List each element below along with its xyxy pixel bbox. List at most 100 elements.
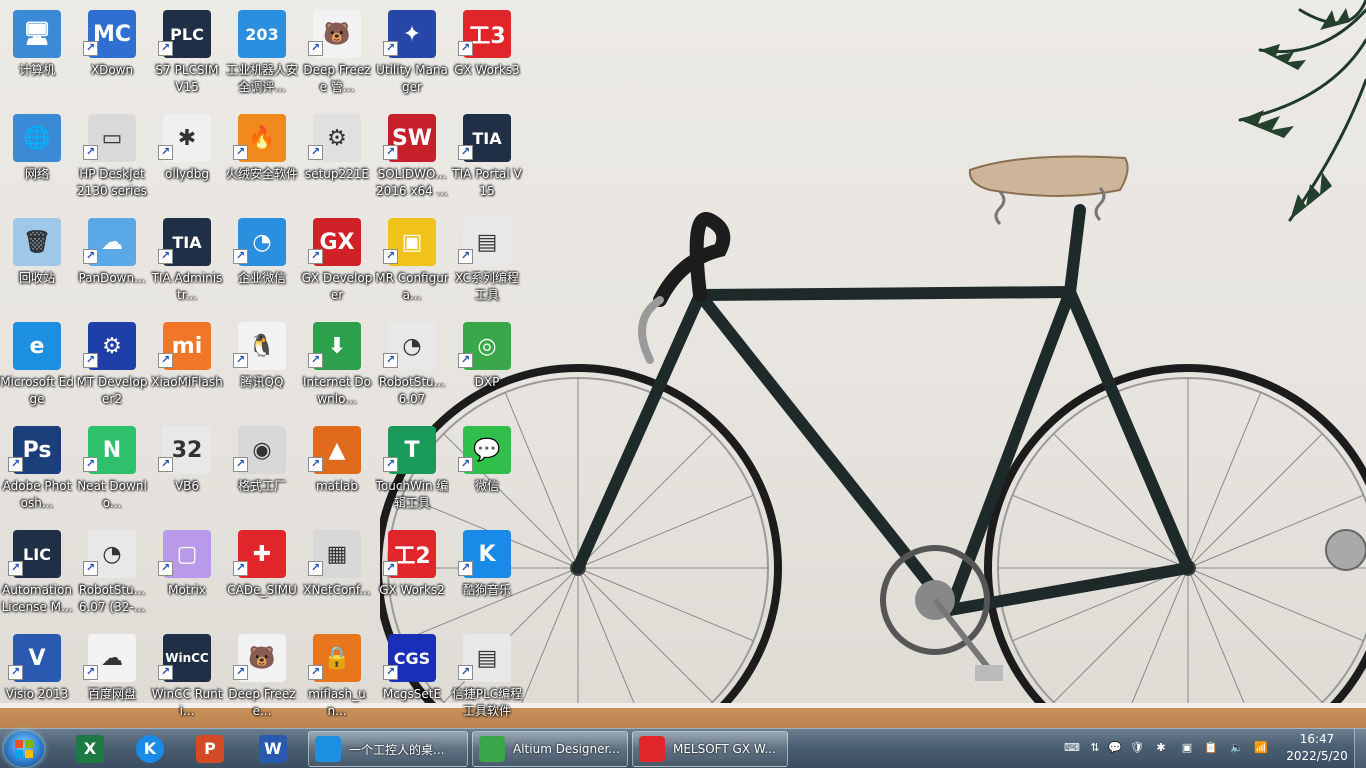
app-icon: 🌐 — [13, 114, 61, 162]
app-icon: 🖥 — [13, 10, 61, 58]
shield-icon[interactable]: 🛡 — [1130, 741, 1144, 755]
desktop-icon[interactable]: ⚙ ↗ MT Developer2 — [75, 316, 149, 416]
desktop-icon-label: 计算机 — [18, 63, 55, 77]
desktop-icon[interactable]: 🐻 ↗ Deep Freeze... — [225, 628, 299, 728]
shortcut-arrow-icon: ↗ — [83, 353, 98, 368]
desktop-icon-label: GX Works2 — [379, 583, 445, 597]
signal-icon[interactable]: 📶 — [1254, 741, 1268, 755]
desktop-icon[interactable]: 🔥 ↗ 火绒安全软件 — [225, 108, 299, 208]
desktop-icon-label: WinCC Runti... — [151, 687, 223, 718]
desktop-icon[interactable]: ▣ ↗ MR Configura... — [375, 212, 449, 312]
desktop-icon[interactable]: TIA ↗ TIA Portal V15 — [450, 108, 524, 208]
nvidia-icon[interactable]: ▣ — [1180, 741, 1194, 755]
wechat-icon[interactable]: 💬 — [1108, 741, 1122, 755]
pinned-kugou[interactable]: K — [122, 731, 178, 767]
shortcut-arrow-icon: ↗ — [83, 145, 98, 160]
desktop-icon[interactable]: e Microsoft Edge — [0, 316, 74, 416]
desktop-icon-label: 酷狗音乐 — [462, 583, 511, 597]
windows-logo-icon — [15, 740, 33, 758]
taskbar-window-button[interactable]: 一个工控人的桌... — [308, 731, 468, 767]
desktop-icon-label: SOLIDWO... 2016 x64 ... — [376, 167, 448, 198]
desktop-icon[interactable]: ☁ ↗ PanDown... — [75, 212, 149, 312]
shortcut-arrow-icon: ↗ — [8, 561, 23, 576]
desktop-icon[interactable]: 💬 ↗ 微信 — [450, 420, 524, 520]
desktop-icon[interactable]: MC ↗ XDown — [75, 4, 149, 104]
desktop-icon[interactable]: SW ↗ SOLIDWO... 2016 x64 ... — [375, 108, 449, 208]
desktop-icon[interactable]: TIA ↗ TIA Administr... — [150, 212, 224, 312]
system-tray: ⌨ ⇅ 💬 🛡 ✱ ▣ 📋 🔈 📶 — [1062, 729, 1282, 768]
desktop-icon[interactable]: GX ↗ GX Developer — [300, 212, 374, 312]
taskbar: X K P W 一个工控人的桌... Altium Designer... MELSOFT… — [0, 728, 1366, 768]
taskbar-clock[interactable]: 16:47 2022/5/20 — [1282, 731, 1352, 767]
desktop-icon[interactable]: 203 工业机器人安全调评... — [225, 4, 299, 104]
pinned-word[interactable]: W — [245, 731, 301, 767]
desktop-icon[interactable]: PLC ↗ S7 PLCSIM V15 — [150, 4, 224, 104]
desktop-icon-label: Internet Downlo... — [302, 375, 372, 406]
desktop-icon[interactable]: 🔒 ↗ miflash_un... — [300, 628, 374, 728]
desktop-icon[interactable]: ◔ ↗ RobotStu... 6.07 (32-... — [75, 524, 149, 624]
desktop-icon[interactable]: mi ↗ XiaoMiFlash — [150, 316, 224, 416]
desktop-icon[interactable]: 🖥 计算机 — [0, 4, 74, 104]
shortcut-arrow-icon: ↗ — [158, 41, 173, 56]
desktop-icon-label: Motrix — [168, 583, 206, 597]
desktop-icon[interactable]: Ps ↗ Adobe Photosh... — [0, 420, 74, 520]
desktop-icon[interactable]: ▤ ↗ 信捷PLC编程工具软件 — [450, 628, 524, 728]
desktop-icon[interactable]: T ↗ TouchWin 编辑工具 — [375, 420, 449, 520]
keyboard-icon[interactable]: ⌨ — [1064, 741, 1080, 755]
desktop-icon-label: Automation License M... — [1, 583, 73, 614]
desktop-icon[interactable]: ▦ ↗ XNetConf... — [300, 524, 374, 624]
desktop-icon[interactable]: ◉ ↗ 格式工厂 — [225, 420, 299, 520]
desktop-icon-label: Neat Downlo... — [77, 479, 147, 510]
desktop-icon[interactable]: 🐻 ↗ Deep Freeze 管... — [300, 4, 374, 104]
desktop-icon-label: CADe_SIMU — [227, 583, 297, 597]
desktop-icon[interactable]: V ↗ Visio 2013 — [0, 628, 74, 728]
network-arrows-icon[interactable]: ⇅ — [1088, 741, 1102, 755]
volume-icon[interactable]: 🔈 — [1230, 741, 1244, 755]
desktop-icon[interactable]: 工3 ↗ GX Works3 — [450, 4, 524, 104]
desktop-icon-label: RobotStu... 6.07 — [378, 375, 446, 406]
desktop-icon[interactable]: 32 ↗ VB6 — [150, 420, 224, 520]
clipboard-icon[interactable]: 📋 — [1204, 741, 1218, 755]
desktop-icon[interactable]: ✱ ↗ ollydbg — [150, 108, 224, 208]
bluetooth-icon[interactable]: ✱ — [1154, 741, 1168, 755]
desktop-icon[interactable]: N ↗ Neat Downlo... — [75, 420, 149, 520]
desktop-icon[interactable]: ▲ ↗ matlab — [300, 420, 374, 520]
app-icon: 203 — [238, 10, 286, 58]
app-icon: 🗑 — [13, 218, 61, 266]
desktop-icon[interactable]: ⬇ ↗ Internet Downlo... — [300, 316, 374, 416]
start-button[interactable] — [4, 731, 44, 767]
desktop-icon[interactable]: LIC ↗ Automation License M... — [0, 524, 74, 624]
desktop-icon[interactable]: 🌐 网络 — [0, 108, 74, 208]
desktop-icon[interactable]: ▢ ↗ Motrix — [150, 524, 224, 624]
desktop-icon[interactable]: 工2 ↗ GX Works2 — [375, 524, 449, 624]
desktop-icon[interactable]: ⚙ ↗ setup221E — [300, 108, 374, 208]
shortcut-arrow-icon: ↗ — [8, 457, 23, 472]
desktop-icon[interactable]: ✚ ↗ CADe_SIMU — [225, 524, 299, 624]
shortcut-arrow-icon: ↗ — [458, 41, 473, 56]
desktop-icon[interactable]: ✦ ↗ Utility Manager — [375, 4, 449, 104]
taskbar-window-button[interactable]: Altium Designer... — [472, 731, 628, 767]
desktop-icon[interactable]: WinCC ↗ WinCC Runti... — [150, 628, 224, 728]
desktop-icon[interactable]: K ↗ 酷狗音乐 — [450, 524, 524, 624]
desktop-icon-label: Utility Manager — [376, 63, 448, 94]
show-desktop-button[interactable] — [1354, 729, 1366, 768]
desktop-icon-label: XDown — [90, 63, 134, 77]
desktop-icon[interactable]: CGS ↗ McgsSetE — [375, 628, 449, 728]
clock-time: 16:47 — [1299, 732, 1335, 746]
desktop-icon[interactable]: 🐧 ↗ 腾讯QQ — [225, 316, 299, 416]
desktop-icon[interactable]: 🗑 回收站 — [0, 212, 74, 312]
shortcut-arrow-icon: ↗ — [383, 561, 398, 576]
shortcut-arrow-icon: ↗ — [233, 457, 248, 472]
desktop-icon[interactable]: ◎ ↗ DXP — [450, 316, 524, 416]
shortcut-arrow-icon: ↗ — [383, 41, 398, 56]
desktop-icon-label: 百度网盘 — [87, 687, 136, 701]
desktop-icon[interactable]: ☁ ↗ 百度网盘 — [75, 628, 149, 728]
desktop-icon[interactable]: ◔ ↗ 企业微信 — [225, 212, 299, 312]
desktop-icon[interactable]: ▤ ↗ XC系列编程工具 — [450, 212, 524, 312]
pinned-powerpoint[interactable]: P — [182, 731, 238, 767]
desktop-icon[interactable]: ◔ ↗ RobotStu... 6.07 — [375, 316, 449, 416]
desktop-icon-label: MT Developer2 — [76, 375, 148, 406]
taskbar-window-button[interactable]: MELSOFT GX W... — [632, 731, 788, 767]
pinned-excel[interactable]: X — [62, 731, 118, 767]
desktop-icon[interactable]: ▭ ↗ HP DeskJet 2130 series — [75, 108, 149, 208]
